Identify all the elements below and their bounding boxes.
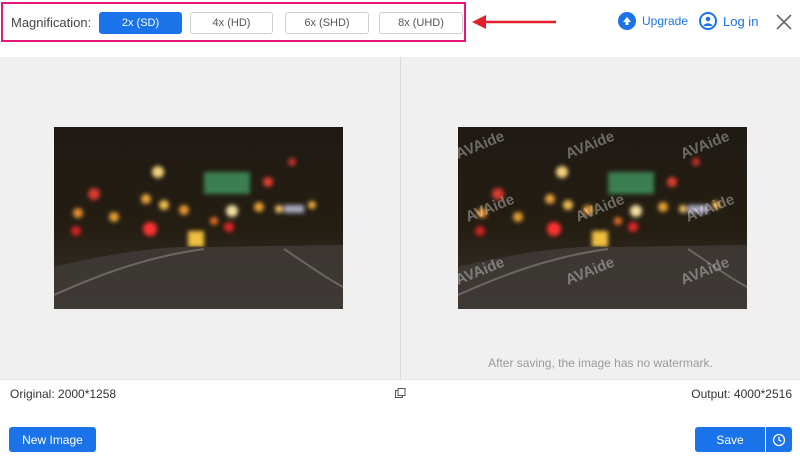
action-bar: New Image Save [0, 407, 800, 467]
magnification-4x-button[interactable]: 4x (HD) [190, 12, 273, 34]
history-button[interactable] [766, 427, 792, 452]
magnification-6x-button[interactable]: 6x (SHD) [285, 12, 369, 34]
history-icon [772, 433, 786, 446]
login-label: Log in [723, 13, 759, 29]
upgrade-icon [618, 12, 636, 30]
original-image [54, 127, 343, 309]
new-image-button[interactable]: New Image [9, 427, 96, 452]
magnification-highlight-box: Magnification: 2x (SD) 4x (HD) 6x (SHD) … [1, 2, 466, 42]
original-size: Original: 2000*1258 [10, 387, 117, 401]
save-button[interactable]: Save [695, 427, 765, 452]
watermark-note: After saving, the image has no watermark… [488, 356, 713, 370]
preview-area: AVAide AVAide AVAide AVAide AVAide AVAid… [0, 57, 800, 379]
panel-divider [400, 57, 401, 379]
login-link[interactable]: Log in [699, 12, 758, 30]
magnification-label: Magnification: [11, 15, 92, 30]
upgrade-label: Upgrade [642, 14, 689, 28]
annotation-arrow [472, 15, 556, 29]
compare-icon[interactable] [395, 388, 406, 399]
user-icon [699, 12, 717, 30]
upgrade-link[interactable]: Upgrade [618, 12, 688, 30]
resolution-info-bar: Original: 2000*1258 Output: 4000*2516 [0, 379, 800, 407]
output-preview-image: AVAide AVAide AVAide AVAide AVAide AVAid… [458, 127, 747, 309]
magnification-8x-button[interactable]: 8x (UHD) [379, 12, 463, 34]
output-size: Output: 4000*2516 [691, 387, 792, 401]
toolbar: Magnification: 2x (SD) 4x (HD) 6x (SHD) … [0, 0, 800, 57]
close-icon[interactable] [775, 13, 793, 31]
magnification-2x-button[interactable]: 2x (SD) [99, 12, 182, 34]
